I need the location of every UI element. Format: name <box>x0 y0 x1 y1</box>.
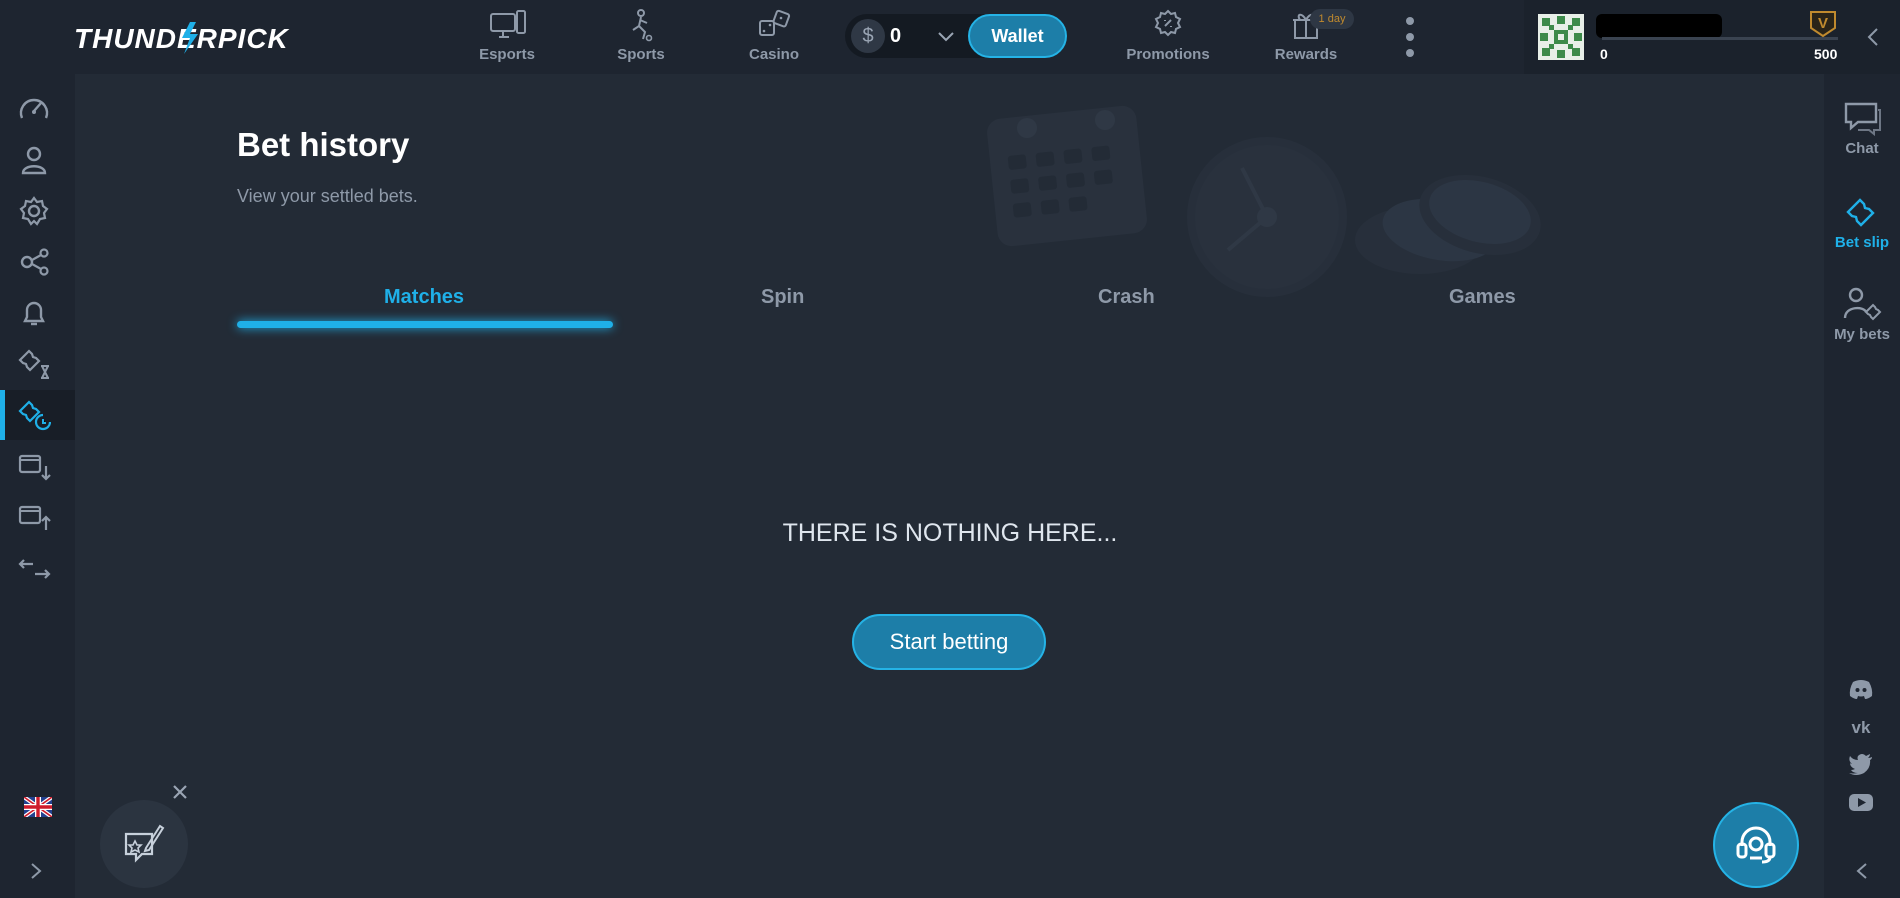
thunderpick-logo[interactable]: THUNDERPICK <box>72 20 304 56</box>
ticket-icon <box>1846 198 1875 227</box>
active-indicator <box>0 390 5 440</box>
active-tab-indicator <box>237 321 613 328</box>
sidebar-item-bet-slip[interactable]: Bet slip <box>1824 194 1900 251</box>
avatar[interactable] <box>1538 14 1584 60</box>
transfer-icon <box>18 559 51 579</box>
nav-sports[interactable]: Sports <box>586 8 696 68</box>
chevron-right-icon[interactable] <box>26 861 46 881</box>
profile-icon <box>21 146 47 175</box>
bet-slip-label: Bet slip <box>1834 234 1890 251</box>
nav-casino-label: Casino <box>748 46 799 63</box>
uk-flag-icon[interactable] <box>24 797 52 817</box>
bet-history-illustration <box>987 105 1541 297</box>
page-title: Bet history <box>237 126 410 163</box>
svg-text:vk: vk <box>1852 718 1871 737</box>
my-bets-icon <box>1843 287 1882 321</box>
tab-matches[interactable]: Matches <box>384 286 464 309</box>
nav-sports-label: Sports <box>617 46 665 63</box>
chat-icon <box>1844 102 1881 136</box>
dollar-icon: $ <box>851 19 885 53</box>
gear-badge-icon <box>1154 9 1182 37</box>
nav-rewards-label: Rewards <box>1274 46 1338 63</box>
nav-promotions-label: Promotions <box>1126 46 1210 63</box>
twitter-icon[interactable] <box>1848 753 1874 775</box>
nav-esports[interactable]: Esports <box>452 8 562 68</box>
chevron-left-icon[interactable] <box>1852 861 1872 881</box>
sidebar-item-deposit[interactable] <box>0 441 75 491</box>
feedback-icon <box>124 824 165 863</box>
vk-icon[interactable]: vk <box>1848 716 1874 738</box>
player-icon <box>632 9 653 42</box>
bet-history-icon <box>18 400 51 431</box>
xp-progress-bar <box>1602 37 1838 40</box>
vip-badge-letter: V <box>1818 15 1828 32</box>
my-bets-label: My bets <box>1834 326 1890 343</box>
sidebar-item-profile[interactable] <box>0 135 75 185</box>
empty-state-message: THERE IS NOTHING HERE... <box>0 519 1900 548</box>
xp-next-level: 500 <box>1814 46 1838 62</box>
start-betting-button[interactable]: Start betting <box>852 614 1046 670</box>
tab-games[interactable]: Games <box>1449 286 1516 309</box>
username-redacted <box>1596 14 1722 38</box>
dashboard-icon <box>19 98 49 119</box>
sidebar-item-settings[interactable] <box>0 186 75 236</box>
page-subtitle: View your settled bets. <box>237 186 418 206</box>
sidebar-item-transactions[interactable] <box>0 543 75 593</box>
tab-spin[interactable]: Spin <box>761 286 804 309</box>
chevron-down-icon[interactable] <box>936 28 956 44</box>
chevron-left-icon[interactable] <box>1864 26 1882 48</box>
dice-icon <box>759 9 791 36</box>
balance-value: 0 <box>890 25 902 47</box>
monitor-icon <box>490 10 526 38</box>
nav-promotions[interactable]: Promotions <box>1113 8 1223 68</box>
empty-state-text: THERE IS NOTHING HERE... <box>782 519 1118 547</box>
xp-current-level: 0 <box>1600 46 1608 62</box>
youtube-icon[interactable] <box>1848 791 1874 813</box>
sidebar-item-referral[interactable] <box>0 237 75 287</box>
headset-icon <box>1736 826 1776 864</box>
tab-crash[interactable]: Crash <box>1098 286 1155 309</box>
sidebar-item-chat[interactable]: Chat <box>1824 100 1900 157</box>
chat-label: Chat <box>1845 140 1879 157</box>
sidebar-item-my-bets[interactable]: My bets <box>1824 286 1900 343</box>
svg-text:THUNDERPICK: THUNDERPICK <box>74 23 290 54</box>
rewards-badge: 1 day <box>1310 9 1354 29</box>
settings-icon <box>19 196 49 226</box>
support-button[interactable] <box>1713 802 1799 888</box>
wallet-button[interactable]: Wallet <box>968 14 1067 58</box>
feedback-widget[interactable] <box>100 800 188 888</box>
more-menu-icon[interactable] <box>1404 16 1416 60</box>
sidebar-item-dashboard[interactable] <box>0 84 75 134</box>
vip-badge-icon[interactable]: V <box>1808 8 1838 38</box>
close-icon[interactable] <box>172 784 188 800</box>
deposit-icon <box>18 454 51 481</box>
discord-icon[interactable] <box>1848 678 1874 700</box>
ticket-pending-icon <box>18 349 49 379</box>
nav-casino[interactable]: Casino <box>719 8 829 68</box>
sidebar-item-bet-history[interactable] <box>0 390 75 440</box>
share-icon <box>20 248 49 276</box>
bell-icon <box>23 301 45 326</box>
nav-esports-label: Esports <box>479 46 535 63</box>
sidebar-item-pending-bets[interactable] <box>0 339 75 389</box>
sidebar-item-notifications[interactable] <box>0 288 75 338</box>
